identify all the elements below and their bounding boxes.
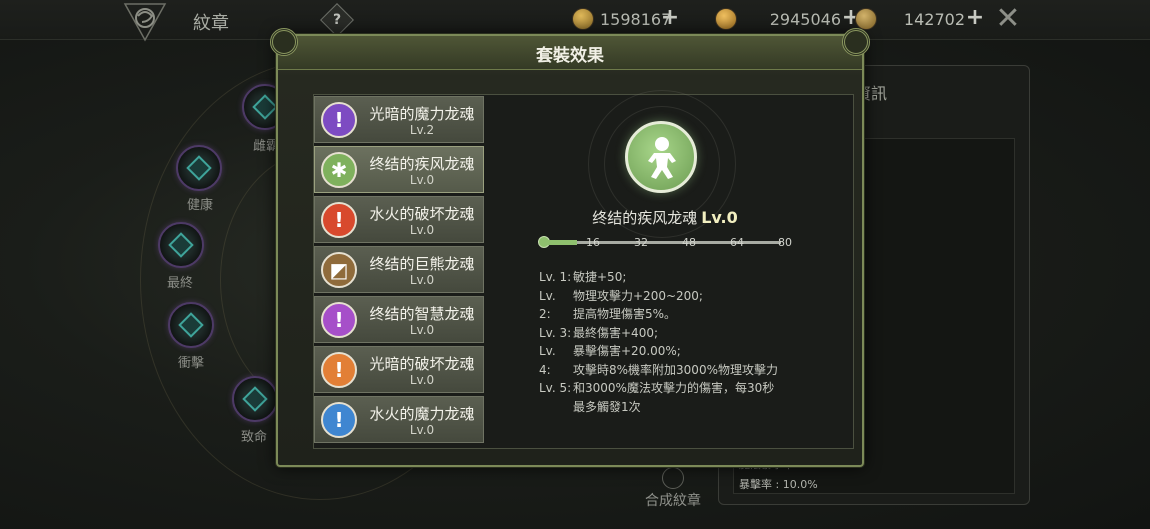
set-name: 终结的疾风龙魂 — [369, 155, 475, 173]
progress-tick: 48 — [682, 236, 696, 249]
effect-level: 4: — [539, 362, 551, 377]
emblem-slot-label: 致命 — [240, 430, 267, 445]
silver-coin-icon — [855, 8, 877, 30]
dragon-emblem-icon — [123, 3, 167, 42]
set-icon: ! — [321, 202, 357, 238]
set-icon: ✱ — [321, 152, 357, 188]
effect-level: Lv. — [539, 288, 556, 303]
set-level: Lv.0 — [409, 173, 435, 187]
set-level: Lv.0 — [409, 373, 435, 387]
emblem-slot[interactable] — [176, 145, 222, 191]
set-icon: ◩ — [321, 252, 357, 288]
emblem-gem-icon — [168, 232, 194, 258]
emblem-gem-icon — [242, 386, 268, 412]
set-level: Lv.0 — [409, 423, 435, 437]
detail-set-name: 终结的疾风龙魂 Lv.0 — [540, 207, 790, 228]
close-icon[interactable]: ✕ — [993, 4, 1023, 34]
currency-value: 2945046 — [769, 10, 841, 29]
emblem-gem-icon — [186, 155, 212, 181]
set-list-item[interactable]: ◩ 终结的巨熊龙魂 Lv.0 — [314, 246, 484, 293]
currency-value: 142702 — [903, 10, 965, 29]
progress-tick: 16 — [586, 236, 600, 249]
effect-level: Lv. 1: — [539, 270, 572, 284]
set-list-item[interactable]: ! 水火的破坏龙魂 Lv.0 — [314, 196, 484, 243]
compose-icon — [662, 467, 684, 489]
detail-level: Lv.0 — [701, 208, 738, 227]
set-list-item[interactable]: ! 水火的魔力龙魂 Lv.0 — [314, 396, 484, 443]
effect-level: 2: — [539, 307, 551, 321]
emblem-gem-icon — [178, 312, 204, 338]
effect-text: 暴擊傷害+20.00%; — [573, 344, 681, 358]
set-name: 水火的破坏龙魂 — [369, 205, 475, 223]
set-list-item-selected[interactable]: ✱ 终结的疾风龙魂 Lv.0 — [314, 146, 484, 193]
set-name: 光暗的破坏龙魂 — [369, 355, 475, 373]
progress-tick: 32 — [634, 236, 648, 249]
effect-level: Lv. — [539, 344, 556, 358]
set-list-item[interactable]: ! 光暗的魔力龙魂 Lv.2 — [314, 96, 484, 143]
effect-level: Lv. 3: — [539, 325, 572, 340]
progress-tick: 80 — [778, 236, 792, 249]
help-button[interactable]: ? — [320, 3, 354, 37]
currency-value: 1598167 — [600, 10, 672, 29]
compose-emblem-button[interactable]: 合成紋章 — [645, 490, 701, 510]
emblem-gem-icon — [252, 94, 278, 120]
set-list: ! 光暗的魔力龙魂 Lv.2 ✱ 终结的疾风龙魂 Lv.0 ! 水火的破坏龙魂 … — [314, 96, 484, 446]
currency-gold: 2945046 + — [715, 7, 860, 32]
add-currency-button[interactable]: + — [660, 7, 680, 30]
effect-text: 提高物理傷害5%。 — [573, 307, 677, 321]
corner-ornament-icon — [842, 28, 870, 56]
set-level: Lv.0 — [409, 273, 435, 287]
effect-text: 攻擊時8%機率附加3000%物理攻擊力 — [573, 362, 778, 377]
progress-tick: 64 — [730, 236, 744, 249]
emblem-slot[interactable] — [232, 376, 278, 422]
set-list-item[interactable]: ! 光暗的破坏龙魂 Lv.0 — [314, 346, 484, 393]
running-figure-icon — [625, 121, 697, 193]
effect-text: 物理攻擊力+200~200; — [573, 288, 703, 303]
currency-silver: 142702 + — [855, 7, 990, 32]
rotate-coin-icon — [572, 8, 594, 30]
set-name: 光暗的魔力龙魂 — [369, 105, 475, 123]
dialog-header: 套裝效果 — [278, 36, 862, 70]
set-icon: ! — [321, 402, 357, 438]
stat-line: 暴擊率 : 10.0% — [739, 478, 818, 491]
currency-rotate: 1598167 + — [572, 7, 710, 32]
effect-text: 最多觸發1次 — [573, 399, 641, 414]
set-level: Lv.2 — [409, 123, 435, 137]
effect-text: 敏捷+50; — [573, 270, 627, 284]
emblem-slot[interactable] — [168, 302, 214, 348]
emblem-slot-label: 衝擊 — [177, 356, 204, 371]
page-title: 紋章 — [193, 13, 229, 34]
set-level: Lv.0 — [409, 223, 435, 237]
add-currency-button[interactable]: + — [965, 7, 985, 30]
set-icon: ! — [321, 352, 357, 388]
dialog-title: 套裝效果 — [536, 46, 604, 66]
effect-text: 和3000%魔法攻擊力的傷害，每30秒 — [573, 381, 775, 395]
set-name: 终结的巨熊龙魂 — [369, 255, 475, 273]
set-name: 水火的魔力龙魂 — [369, 405, 475, 423]
set-list-item[interactable]: ! 终结的智慧龙魂 Lv.0 — [314, 296, 484, 343]
effect-level: Lv. 5: — [539, 381, 572, 395]
gold-coin-icon — [715, 8, 737, 30]
help-icon: ? — [332, 12, 342, 28]
set-icon: ! — [321, 102, 357, 138]
set-level: Lv.0 — [409, 323, 435, 337]
emblem-slot-label: 最終 — [166, 276, 193, 291]
emblem-slot[interactable] — [158, 222, 204, 268]
set-name: 终结的智慧龙魂 — [369, 305, 475, 323]
progress-min-segment — [541, 240, 577, 245]
detail-name-text: 终结的疾风龙魂 — [592, 209, 698, 227]
set-icon: ! — [321, 302, 357, 338]
effect-text: 最終傷害+400; — [573, 325, 659, 340]
emblem-slot-label: 健康 — [186, 198, 213, 213]
corner-ornament-icon — [270, 28, 298, 56]
